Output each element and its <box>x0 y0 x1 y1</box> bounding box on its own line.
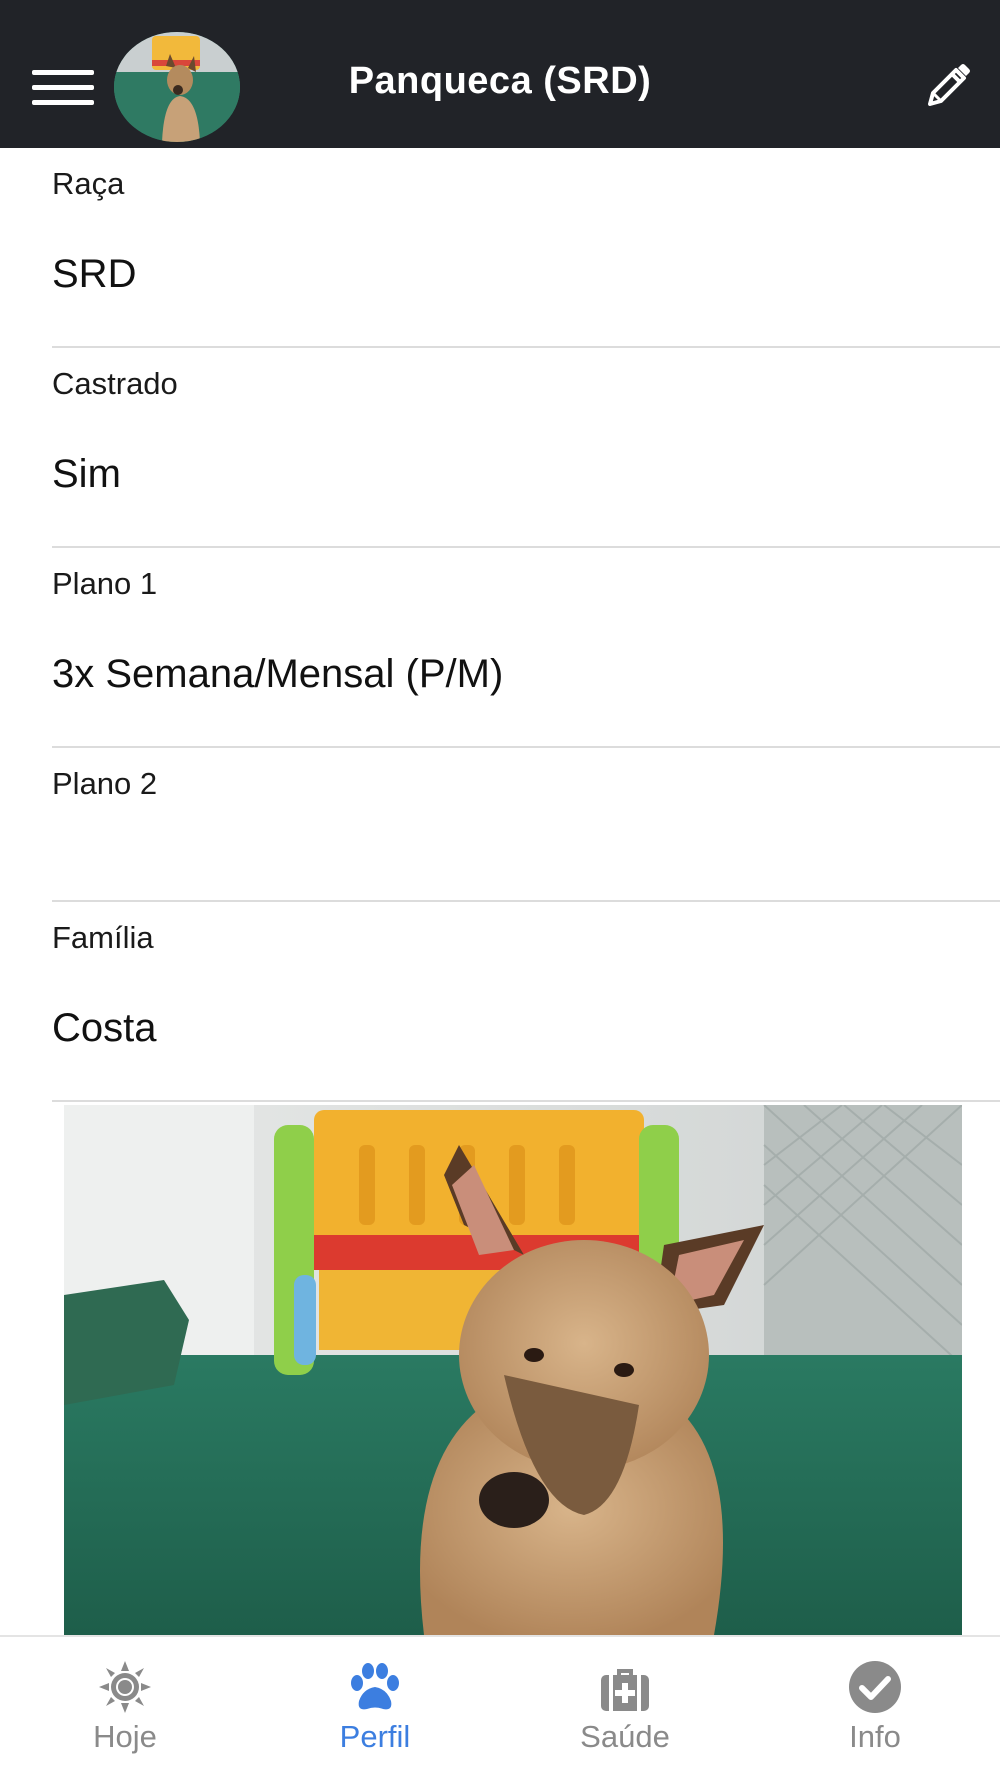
field-familia: Família Costa <box>52 902 1000 1102</box>
tab-hoje[interactable]: Hoje <box>0 1637 250 1780</box>
field-value: SRD <box>52 252 137 296</box>
field-castrado: Castrado Sim <box>52 348 1000 548</box>
bottom-tab-bar: Hoje Perfil Saúde Info <box>0 1635 1000 1780</box>
profile-details: Raça SRD Castrado Sim Plano 1 3x Semana/… <box>0 148 1000 1102</box>
field-label: Plano 1 <box>52 566 158 601</box>
medical-kit-icon <box>597 1659 653 1715</box>
paw-icon <box>347 1659 403 1715</box>
field-label: Família <box>52 920 154 955</box>
field-value: 3x Semana/Mensal (P/M) <box>52 652 504 696</box>
tab-info[interactable]: Info <box>750 1637 1000 1780</box>
page-title: Panqueca (SRD) <box>348 60 652 102</box>
tab-label: Saúde <box>580 1719 670 1754</box>
pencil-icon[interactable] <box>924 62 972 110</box>
tab-label: Hoje <box>93 1719 157 1754</box>
field-plano-2: Plano 2 <box>52 748 1000 902</box>
field-raca: Raça SRD <box>52 148 1000 348</box>
pet-photo <box>64 1105 962 1635</box>
field-value: Sim <box>52 452 121 496</box>
tab-saude[interactable]: Saúde <box>500 1637 750 1780</box>
field-label: Raça <box>52 166 125 201</box>
app-header: Panqueca (SRD) <box>0 0 1000 148</box>
check-circle-icon <box>847 1659 903 1715</box>
tab-perfil[interactable]: Perfil <box>250 1637 500 1780</box>
sun-icon <box>97 1659 153 1715</box>
tab-label: Perfil <box>339 1719 411 1754</box>
field-value: Costa <box>52 1006 157 1050</box>
tab-label: Info <box>849 1719 901 1754</box>
field-label: Plano 2 <box>52 766 158 801</box>
field-label: Castrado <box>52 366 178 401</box>
field-plano-1: Plano 1 3x Semana/Mensal (P/M) <box>52 548 1000 748</box>
